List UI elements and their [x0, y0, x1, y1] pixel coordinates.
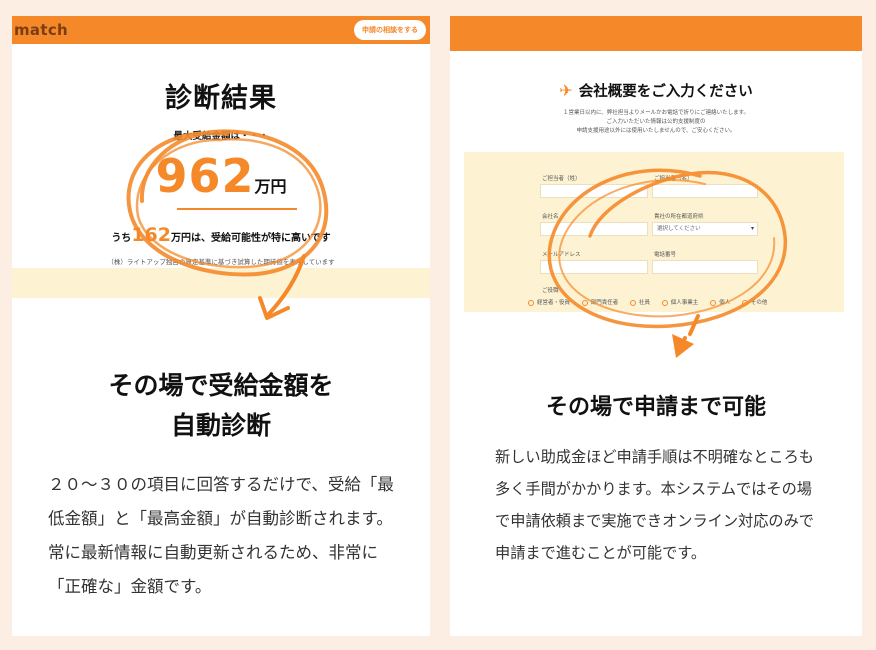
role-option[interactable]: 経営者・役員: [528, 298, 570, 306]
prefecture-select[interactable]: 選択してください ▾: [652, 222, 758, 236]
likely-amount-value: 162: [131, 224, 171, 246]
first-name-label: ご担当者（名）: [654, 176, 693, 182]
phone-label: 電話番号: [654, 252, 677, 258]
consult-button[interactable]: 申請の相談をする: [354, 20, 426, 40]
phone-input[interactable]: [652, 260, 758, 274]
site-header: match 申請の相談をする: [12, 16, 430, 44]
role-option-label: 個人事業主: [670, 300, 699, 306]
role-option-label: 社員: [639, 300, 651, 306]
arrow-down-icon: [258, 296, 290, 320]
estimate-note: （株）ライトアップ独自の算定基準に基づき試算した期待値を表示しています: [107, 258, 335, 266]
radio-icon: [710, 299, 717, 306]
form-intro: １営業日以内に、弊社担当よりメールかお電話で折りにご連絡いたします。 ご入力いた…: [450, 109, 862, 136]
heading-line-2: 自動診断: [170, 411, 271, 440]
heading-line-1: その場で受給金額を: [108, 371, 334, 400]
company-label: 会社名: [542, 214, 559, 220]
result-title: 診断結果: [165, 83, 277, 114]
right-card: ✈ 会社概要をご入力ください １営業日以内に、弊社担当よりメールかお電話で折りにご…: [450, 16, 862, 636]
max-amount-label: 最大受給金額は・・・: [173, 131, 269, 142]
arrow-down-icon: [672, 334, 694, 358]
form-title: ✈ 会社概要をご入力ください: [450, 80, 862, 101]
role-option-label: 部門責任者: [590, 300, 619, 306]
max-amount-value: 962: [155, 149, 255, 203]
role-radio-group: 経営者・役員 部門責任者 社員 個人事業主 個人 その他: [528, 298, 777, 306]
role-option[interactable]: その他: [741, 298, 768, 306]
email-label: メールアドレス: [542, 252, 581, 258]
radio-icon: [661, 299, 668, 306]
last-name-input[interactable]: [540, 184, 648, 198]
intro-line-2: ご入力いただいた情報は公的支援制度の: [606, 119, 706, 125]
role-option-label: その他: [750, 300, 768, 306]
company-input[interactable]: [540, 222, 648, 236]
intro-line-3: 申請支援用途以外には使用いたしませんので、ご安心ください。: [576, 128, 736, 134]
paper-plane-icon: ✈: [559, 81, 573, 100]
radio-icon: [741, 299, 748, 306]
prefecture-label: 貴社の所在都道府県: [654, 214, 704, 220]
likely-amount-prefix: うち: [111, 233, 132, 244]
radio-icon: [528, 299, 534, 306]
role-label: ご役職: [542, 288, 559, 294]
brand-logo[interactable]: match: [14, 21, 68, 39]
role-option[interactable]: 部門責任者: [581, 298, 619, 306]
prefecture-select-value: 選択してください: [657, 226, 701, 232]
feature-body-right: 新しい助成金ほど申請手順は不明確なところも多く手間がかかります。本システムではそ…: [495, 448, 814, 562]
max-amount-unit: 万円: [254, 177, 287, 196]
role-option[interactable]: 社員: [630, 298, 650, 306]
cream-divider: [12, 268, 430, 298]
likely-amount: うち162万円は、受給可能性が特に高いです: [12, 224, 430, 246]
role-option-label: 経営者・役員: [537, 300, 571, 306]
role-option-label: 個人: [719, 300, 731, 306]
intro-line-1: １営業日以内に、弊社担当よりメールかお電話で折りにご連絡いたします。: [562, 110, 750, 116]
last-name-label: ご担当者（姓）: [542, 176, 581, 182]
feature-heading-left: その場で受給金額を 自動診断: [12, 366, 430, 446]
form-title-text: 会社概要をご入力ください: [578, 84, 753, 100]
radio-icon: [630, 299, 637, 306]
radio-icon: [581, 299, 588, 306]
feature-body-left: ２０〜３０の項目に回答するだけで、受給「最低金額」と「最高金額」が自動診断されま…: [48, 475, 394, 596]
role-option[interactable]: 個人: [710, 298, 730, 306]
likely-amount-suffix: 万円は、受給可能性が特に高いです: [170, 233, 331, 244]
left-card: match 申請の相談をする 診断結果 最大受給金額は・・・ 962万円 うち1…: [12, 16, 430, 636]
chevron-down-icon: ▾: [750, 225, 754, 232]
role-option[interactable]: 個人事業主: [661, 298, 699, 306]
site-header-right: [450, 16, 862, 51]
email-input[interactable]: [540, 260, 648, 274]
amount-underline: [177, 208, 297, 210]
first-name-input[interactable]: [652, 184, 758, 198]
max-amount: 962万円: [12, 149, 430, 203]
feature-heading-right: その場で申請まで可能: [545, 395, 766, 420]
